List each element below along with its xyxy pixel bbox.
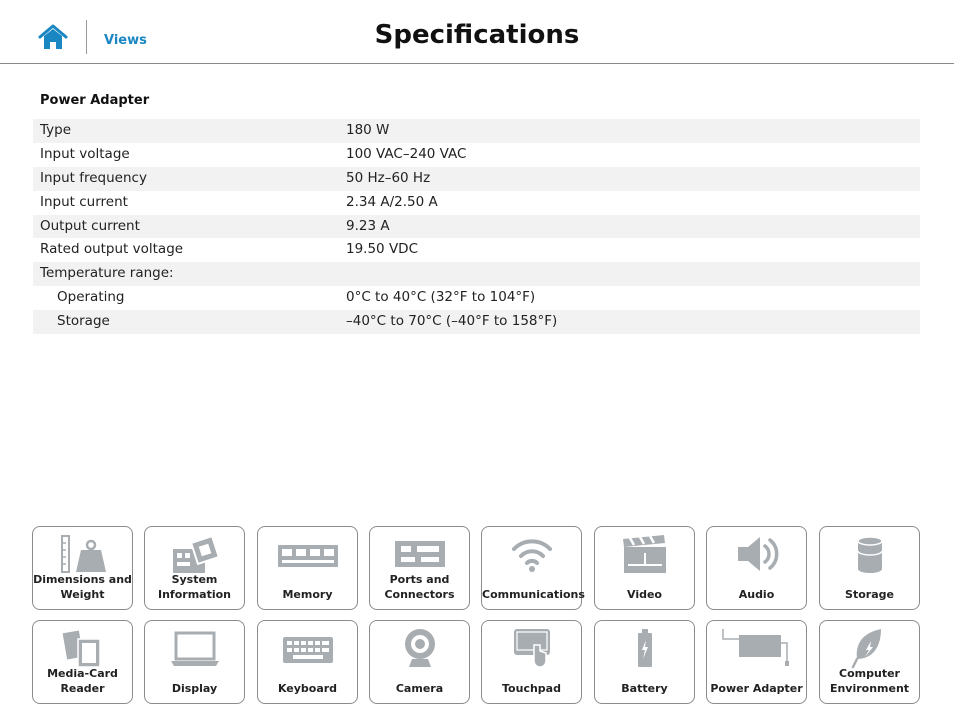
tile-label: Computer Environment [829, 667, 910, 695]
table-row: Type 180 W [33, 119, 920, 143]
tile-label: Touchpad [502, 682, 561, 695]
tile-label: Storage [845, 588, 894, 601]
weight-icon [61, 535, 106, 573]
tile-label: Media-Card Reader [47, 667, 118, 695]
spec-label: Input current [40, 193, 128, 210]
memory-module-icon [278, 545, 338, 567]
tile-label: System Information [158, 573, 231, 601]
tile-label: Video [627, 588, 662, 601]
speaker-icon [738, 537, 779, 571]
tile-label: Keyboard [277, 682, 338, 695]
nav-tile-power-adapter[interactable]: Power Adapter [706, 620, 807, 704]
leaf-icon [851, 629, 881, 669]
table-row: Output current 9.23 A [33, 214, 920, 239]
spec-value: –40°C to 70°C (–40°F to 158°F) [346, 313, 558, 330]
spec-label: Temperature range: [40, 265, 174, 282]
tile-label: Display [171, 682, 218, 695]
nav-tile-media-card-reader[interactable]: Media-Card Reader [32, 620, 133, 704]
spec-value: 19.50 VDC [346, 241, 418, 258]
nav-tile-computer-environment[interactable]: Computer Environment [819, 620, 920, 704]
nav-tile-storage[interactable]: Storage [819, 526, 920, 610]
nav-tile-video[interactable]: Video [594, 526, 695, 610]
spec-label: Output current [40, 217, 140, 234]
table-row: Temperature range: [33, 262, 920, 287]
nav-tile-camera[interactable]: Camera [369, 620, 470, 704]
spec-value: 100 VAC–240 VAC [346, 145, 467, 162]
battery-icon [638, 629, 652, 667]
spec-table: Type 180 W Input voltage 100 VAC–240 VAC… [33, 119, 920, 335]
table-row: Rated output voltage 19.50 VDC [33, 238, 920, 262]
tile-label: Ports and Connectors [384, 573, 455, 601]
touchpad-icon [514, 629, 550, 668]
tile-label: Battery [621, 682, 668, 695]
motherboard-icon [173, 534, 220, 573]
nav-tile-keyboard[interactable]: Keyboard [257, 620, 358, 704]
spec-value: 0°C to 40°C (32°F to 104°F) [346, 289, 536, 306]
spec-label: Operating [57, 289, 125, 306]
nav-tile-system-information[interactable]: System Information [144, 526, 245, 610]
table-row: Storage –40°C to 70°C (–40°F to 158°F) [33, 310, 920, 335]
tile-label: Camera [395, 682, 444, 695]
tile-label: Dimensions and Weight [33, 573, 132, 601]
media-card-icon [60, 628, 101, 668]
spec-value: 50 Hz–60 Hz [346, 169, 431, 186]
ports-icon [395, 541, 445, 567]
tile-label: Audio [738, 588, 775, 601]
spec-value: 2.34 A/2.50 A [346, 193, 438, 210]
webcam-icon [405, 629, 435, 667]
spec-label: Input voltage [40, 145, 130, 162]
nav-tile-ports-and-connectors[interactable]: Ports and Connectors [369, 526, 470, 610]
clapperboard-icon [623, 535, 666, 573]
nav-tile-dimensions-and-weight[interactable]: Dimensions and Weight [32, 526, 133, 610]
spec-label: Input frequency [40, 169, 147, 186]
spec-label: Type [40, 122, 72, 138]
section-title: Power Adapter [40, 93, 150, 108]
wifi-icon [512, 539, 552, 572]
table-row: Input frequency 50 Hz–60 Hz [33, 166, 920, 191]
nav-tile-touchpad[interactable]: Touchpad [481, 620, 582, 704]
storage-cylinder-icon [857, 536, 883, 573]
table-row: Input current 2.34 A/2.50 A [33, 191, 920, 215]
tile-label: Communications [482, 588, 585, 601]
table-row: Input voltage 100 VAC–240 VAC [33, 143, 920, 167]
nav-tile-battery[interactable]: Battery [594, 620, 695, 704]
header-bar: Views Specifications [0, 0, 954, 64]
spec-value: 180 W [346, 122, 390, 138]
nav-tile-display[interactable]: Display [144, 620, 245, 704]
spec-label: Storage [57, 313, 110, 330]
nav-tile-communications[interactable]: Communications [481, 526, 585, 610]
nav-tile-memory[interactable]: Memory [257, 526, 358, 610]
laptop-display-icon [171, 631, 219, 666]
tile-label: Power Adapter [710, 682, 803, 695]
keyboard-icon [283, 637, 333, 663]
power-adapter-icon [722, 629, 789, 666]
spec-value: 9.23 A [346, 217, 390, 234]
table-row: Operating 0°C to 40°C (32°F to 104°F) [33, 286, 920, 310]
tile-label: Memory [282, 588, 333, 601]
nav-tile-audio[interactable]: Audio [706, 526, 807, 610]
spec-label: Rated output voltage [40, 241, 184, 258]
page-title: Specifications [374, 20, 580, 50]
